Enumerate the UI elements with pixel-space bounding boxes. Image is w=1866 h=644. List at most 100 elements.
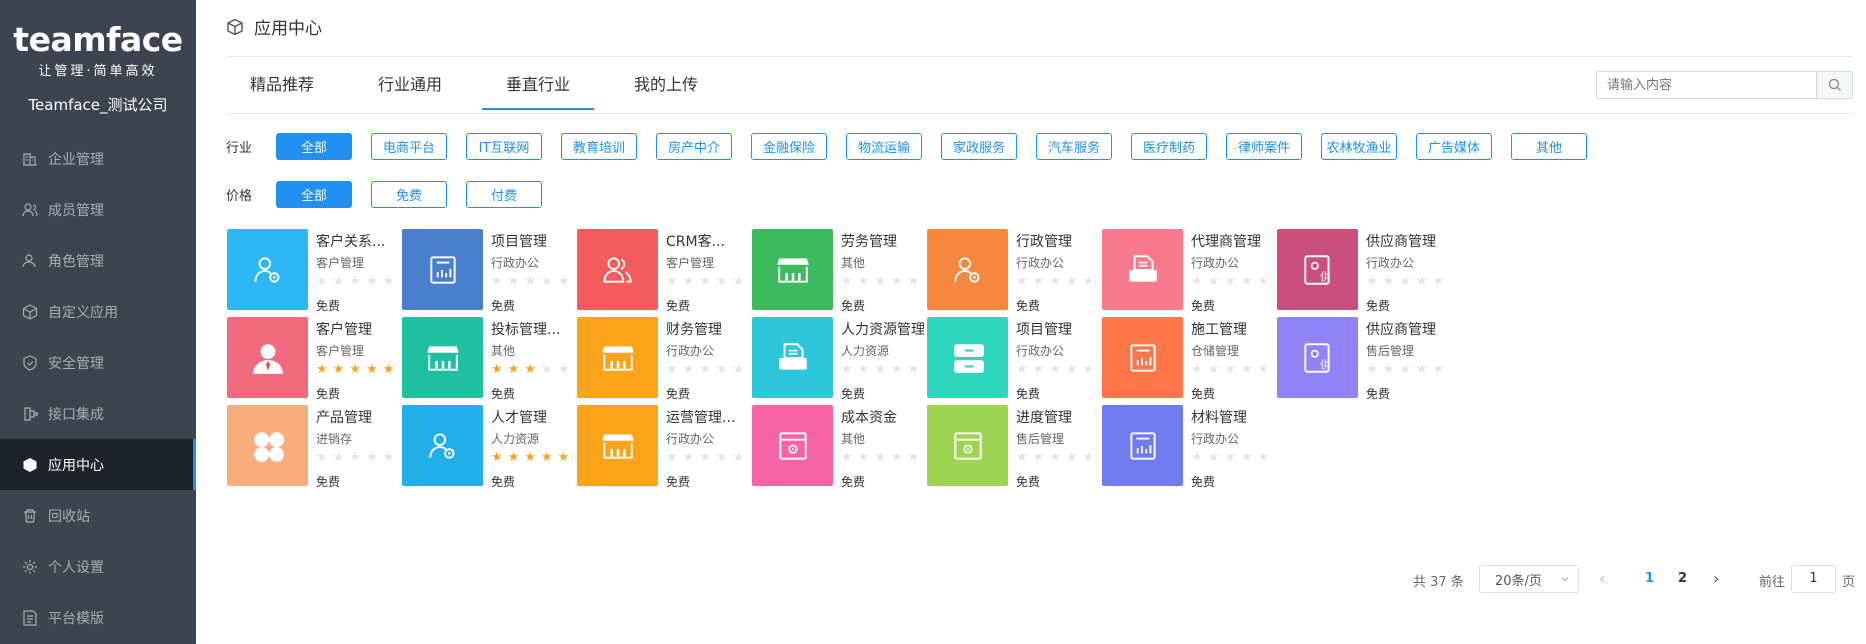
industry-option-8[interactable]: 家政服务 bbox=[941, 133, 1017, 160]
tab-2[interactable]: 行业通用 bbox=[354, 60, 466, 110]
search-button[interactable] bbox=[1816, 72, 1852, 98]
industry-option-6[interactable]: 金融保险 bbox=[751, 133, 827, 160]
industry-option-2[interactable]: 电商平台 bbox=[371, 133, 447, 160]
app-card[interactable]: 运营管理... 行政办公 ★★★★★ 免费 bbox=[577, 405, 777, 489]
app-icon-tile[interactable] bbox=[227, 229, 308, 310]
tab-3[interactable]: 垂直行业 bbox=[482, 60, 595, 110]
industry-option-3[interactable]: IT互联网 bbox=[466, 133, 542, 160]
tab-1[interactable]: 精品推荐 bbox=[226, 60, 338, 110]
app-title[interactable]: 客户关系... bbox=[316, 231, 385, 251]
app-icon-tile[interactable] bbox=[402, 405, 483, 486]
app-title[interactable]: 运营管理... bbox=[666, 407, 735, 427]
price-option-3[interactable]: 付费 bbox=[466, 181, 542, 208]
page-size-select[interactable]: 20条/页 bbox=[1479, 565, 1579, 593]
app-title[interactable]: 供应商管理 bbox=[1366, 231, 1436, 251]
industry-option-1[interactable]: 全部 bbox=[276, 133, 352, 160]
prev-page-button[interactable]: ‹ bbox=[1599, 569, 1605, 588]
app-icon-tile[interactable] bbox=[752, 317, 833, 398]
industry-option-11[interactable]: 律师案件 bbox=[1226, 133, 1302, 160]
app-card[interactable]: 进度管理 售后管理 ★★★★★ 免费 bbox=[927, 405, 1127, 489]
sidebar-item-3[interactable]: 角色管理 bbox=[0, 235, 196, 286]
industry-option-5[interactable]: 房产中介 bbox=[656, 133, 732, 160]
app-icon-tile[interactable] bbox=[402, 317, 483, 398]
app-title[interactable]: 人才管理 bbox=[491, 407, 547, 427]
app-title[interactable]: 施工管理 bbox=[1191, 319, 1247, 339]
app-title[interactable]: 项目管理 bbox=[1016, 319, 1072, 339]
app-card[interactable]: 客户管理 客户管理 ★★★★★ 免费 bbox=[227, 317, 427, 401]
app-card[interactable]: 劳务管理 其他 ★★★★★ 免费 bbox=[752, 229, 952, 313]
industry-option-7[interactable]: 物流运输 bbox=[846, 133, 922, 160]
industry-option-4[interactable]: 教育培训 bbox=[561, 133, 637, 160]
app-icon-tile[interactable] bbox=[227, 405, 308, 486]
app-icon-tile[interactable] bbox=[1102, 317, 1183, 398]
app-card[interactable]: 投标管理... 其他 ★★★★★ 免费 bbox=[402, 317, 602, 401]
app-card[interactable]: 代理商管理 行政办公 ★★★★★ 免费 bbox=[1102, 229, 1302, 313]
app-icon-tile[interactable]: 供 bbox=[1277, 229, 1358, 310]
app-card[interactable]: 财务管理 行政办公 ★★★★★ 免费 bbox=[577, 317, 777, 401]
app-card[interactable]: 成本资金 其他 ★★★★★ 免费 bbox=[752, 405, 952, 489]
app-icon-tile[interactable] bbox=[927, 405, 1008, 486]
header-divider bbox=[226, 56, 1853, 57]
next-page-button[interactable]: › bbox=[1713, 569, 1719, 588]
app-card[interactable]: 客户关系... 客户管理 ★★★★★ 免费 bbox=[227, 229, 427, 313]
app-icon-tile[interactable] bbox=[1102, 229, 1183, 310]
app-title[interactable]: 客户管理 bbox=[316, 319, 372, 339]
sidebar-item-10[interactable]: 平台模版 bbox=[0, 592, 196, 643]
search-input[interactable] bbox=[1597, 72, 1816, 98]
app-card[interactable]: 项目管理 行政办公 ★★★★★ 免费 bbox=[402, 229, 602, 313]
app-icon-tile[interactable] bbox=[577, 317, 658, 398]
app-title[interactable]: 成本资金 bbox=[841, 407, 897, 427]
app-icon-tile[interactable] bbox=[927, 229, 1008, 310]
industry-option-13[interactable]: 广告媒体 bbox=[1416, 133, 1492, 160]
sidebar-item-4[interactable]: 自定义应用 bbox=[0, 286, 196, 337]
sidebar-item-9[interactable]: 个人设置 bbox=[0, 541, 196, 592]
app-icon-tile[interactable]: 供 bbox=[1277, 317, 1358, 398]
app-icon-tile[interactable] bbox=[927, 317, 1008, 398]
sidebar-item-7[interactable]: 应用中心 bbox=[0, 439, 196, 490]
app-icon-tile[interactable] bbox=[402, 229, 483, 310]
sidebar-item-6[interactable]: 接口集成 bbox=[0, 388, 196, 439]
app-card[interactable]: 人才管理 人力资源 ★★★★★ 免费 bbox=[402, 405, 602, 489]
app-card[interactable]: 材料管理 行政办公 ★★★★★ 免费 bbox=[1102, 405, 1302, 489]
app-title[interactable]: 投标管理... bbox=[491, 319, 560, 339]
app-card[interactable]: 供供应商管理 行政办公 ★★★★★ 免费 bbox=[1277, 229, 1477, 313]
app-title[interactable]: 进度管理 bbox=[1016, 407, 1072, 427]
industry-option-9[interactable]: 汽车服务 bbox=[1036, 133, 1112, 160]
app-icon-tile[interactable] bbox=[752, 229, 833, 310]
goto-page-input[interactable]: 1 bbox=[1791, 565, 1836, 593]
app-title[interactable]: 项目管理 bbox=[491, 231, 547, 251]
app-title[interactable]: 人力资源管理 bbox=[841, 319, 925, 339]
industry-option-10[interactable]: 医疗制药 bbox=[1131, 133, 1207, 160]
page-button-1[interactable]: 1 bbox=[1645, 571, 1654, 586]
page-button-2[interactable]: 2 bbox=[1678, 571, 1687, 586]
tab-4[interactable]: 我的上传 bbox=[610, 60, 722, 110]
price-option-1[interactable]: 全部 bbox=[276, 181, 352, 208]
app-title[interactable]: CRM客... bbox=[666, 231, 725, 251]
app-card[interactable]: 施工管理 仓储管理 ★★★★★ 免费 bbox=[1102, 317, 1302, 401]
app-icon-tile[interactable] bbox=[1102, 405, 1183, 486]
app-icon-tile[interactable] bbox=[752, 405, 833, 486]
app-card[interactable]: 行政管理 行政办公 ★★★★★ 免费 bbox=[927, 229, 1127, 313]
app-icon-tile[interactable] bbox=[227, 317, 308, 398]
industry-option-12[interactable]: 农林牧渔业 bbox=[1321, 133, 1397, 160]
sidebar-item-1[interactable]: 企业管理 bbox=[0, 133, 196, 184]
app-card[interactable]: 项目管理 行政办公 ★★★★★ 免费 bbox=[927, 317, 1127, 401]
app-title[interactable]: 财务管理 bbox=[666, 319, 722, 339]
app-title[interactable]: 产品管理 bbox=[316, 407, 372, 427]
app-title[interactable]: 材料管理 bbox=[1191, 407, 1247, 427]
app-card[interactable]: 产品管理 进销存 ★★★★★ 免费 bbox=[227, 405, 427, 489]
price-option-2[interactable]: 免费 bbox=[371, 181, 447, 208]
app-icon-tile[interactable] bbox=[577, 229, 658, 310]
app-card[interactable]: 人力资源管理 人力资源 ★★★★★ 免费 bbox=[752, 317, 952, 401]
industry-option-14[interactable]: 其他 bbox=[1511, 133, 1587, 160]
sidebar-item-8[interactable]: 回收站 bbox=[0, 490, 196, 541]
app-title[interactable]: 劳务管理 bbox=[841, 231, 897, 251]
app-title[interactable]: 供应商管理 bbox=[1366, 319, 1436, 339]
app-icon-tile[interactable] bbox=[577, 405, 658, 486]
app-card[interactable]: 供供应商管理 售后管理 ★★★★★ 免费 bbox=[1277, 317, 1477, 401]
app-title[interactable]: 行政管理 bbox=[1016, 231, 1072, 251]
app-card[interactable]: CRM客... 客户管理 ★★★★★ 免费 bbox=[577, 229, 777, 313]
sidebar-item-2[interactable]: 成员管理 bbox=[0, 184, 196, 235]
app-title[interactable]: 代理商管理 bbox=[1191, 231, 1261, 251]
sidebar-item-5[interactable]: 安全管理 bbox=[0, 337, 196, 388]
